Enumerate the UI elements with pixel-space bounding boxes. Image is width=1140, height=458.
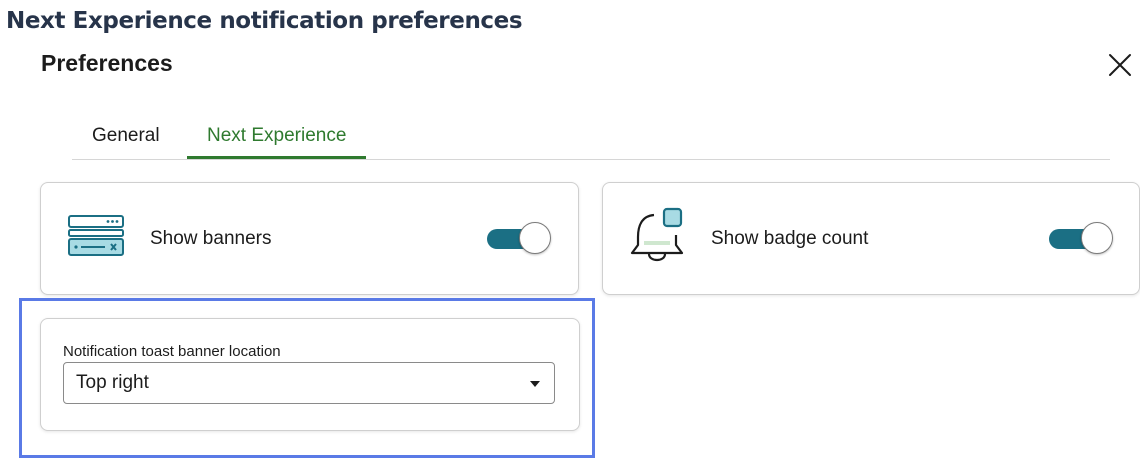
show-banners-label: Show banners [150,228,272,249]
bell-badge-icon [630,207,684,262]
show-banners-toggle[interactable] [485,222,551,254]
tab-bar: General Next Experience [72,116,1110,160]
select-value: Top right [76,372,149,393]
show-badge-count-card: Show badge count [602,182,1140,295]
toast-location-select[interactable]: Top right [63,362,555,404]
toast-location-label: Notification toast banner location [63,343,281,360]
tab-general[interactable]: General [92,116,160,158]
toast-location-card: Notification toast banner location Top r… [40,318,580,431]
tab-next-experience[interactable]: Next Experience [187,116,367,159]
toggle-knob [1081,222,1113,254]
banner-icon [68,215,124,256]
toggle-knob [519,222,551,254]
page-heading: Next Experience notification preferences [6,8,523,34]
show-badge-count-label: Show badge count [711,228,869,249]
close-button[interactable] [1106,51,1134,79]
dialog-title: Preferences [41,50,173,76]
caret-down-icon [530,381,540,387]
show-banners-card: Show banners [40,182,579,295]
show-badge-count-toggle[interactable] [1047,222,1113,254]
close-icon [1109,54,1131,76]
